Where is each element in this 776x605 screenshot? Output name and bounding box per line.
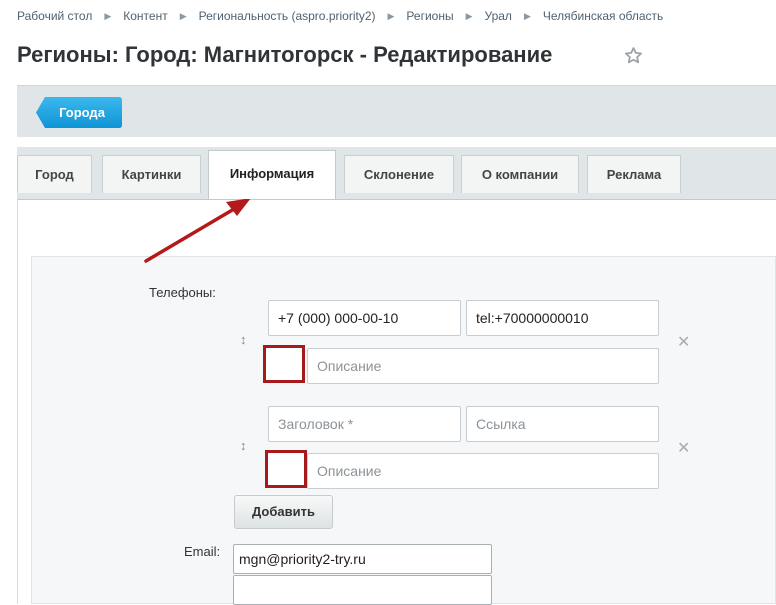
- tab-information[interactable]: Информация: [208, 150, 336, 199]
- phone-link-field[interactable]: Ссылка: [466, 406, 659, 442]
- add-phone-button[interactable]: Добавить: [234, 495, 333, 529]
- phone-description-field[interactable]: Описание: [307, 348, 659, 384]
- toolbar: Города: [17, 85, 776, 137]
- breadcrumb-item-desktop[interactable]: Рабочий стол: [17, 9, 92, 23]
- star-icon[interactable]: [624, 46, 643, 70]
- email-field[interactable]: mgn@priority2-try.ru: [233, 544, 492, 574]
- breadcrumb-separator-icon: ▶: [104, 11, 112, 21]
- breadcrumb-item-regions[interactable]: Регионы: [406, 9, 453, 23]
- tab-advertising[interactable]: Реклама: [587, 155, 681, 193]
- phone-link-field[interactable]: tel:+70000000010: [466, 300, 659, 336]
- email-label: Email:: [184, 544, 221, 559]
- breadcrumb: Рабочий стол ▶ Контент ▶ Региональность (asp…: [17, 9, 663, 23]
- tab-city[interactable]: Город: [17, 155, 92, 193]
- phone-title-field[interactable]: Заголовок *: [268, 406, 461, 442]
- breadcrumb-separator-icon: ▶: [523, 11, 531, 21]
- breadcrumb-separator-icon: ▶: [179, 11, 187, 21]
- phone-number-field[interactable]: +7 (000) 000-00-10: [268, 300, 461, 336]
- email-field-empty[interactable]: [233, 575, 492, 605]
- tab-declension[interactable]: Склонение: [344, 155, 454, 193]
- phone-checkbox-highlight[interactable]: [263, 345, 305, 383]
- breadcrumb-item-regionality[interactable]: Региональность (aspro.priority2): [199, 9, 376, 23]
- back-to-cities-button[interactable]: Города: [36, 97, 122, 128]
- drag-handle-icon[interactable]: ↕: [240, 438, 247, 453]
- page-title: Регионы: Город: Магнитогорск - Редактиро…: [17, 42, 553, 67]
- back-button-label: Города: [59, 105, 105, 120]
- breadcrumb-item-chelyabinsk[interactable]: Челябинская область: [543, 9, 663, 23]
- tab-about-company[interactable]: О компании: [461, 155, 579, 193]
- drag-handle-icon[interactable]: ↕: [240, 332, 247, 347]
- breadcrumb-separator-icon: ▶: [387, 11, 395, 21]
- breadcrumb-item-content[interactable]: Контент: [123, 9, 167, 23]
- breadcrumb-item-ural[interactable]: Урал: [485, 9, 512, 23]
- tab-pictures[interactable]: Картинки: [102, 155, 201, 193]
- phones-label: Телефоны:: [149, 285, 216, 300]
- remove-phone-close-icon[interactable]: ✕: [677, 332, 690, 352]
- phone-checkbox-highlight[interactable]: [265, 450, 307, 488]
- remove-phone-close-icon[interactable]: ✕: [677, 438, 690, 458]
- phone-description-field[interactable]: Описание: [307, 453, 659, 489]
- tab-bar: Город Картинки Информация Склонение О ко…: [17, 147, 776, 199]
- breadcrumb-separator-icon: ▶: [465, 11, 473, 21]
